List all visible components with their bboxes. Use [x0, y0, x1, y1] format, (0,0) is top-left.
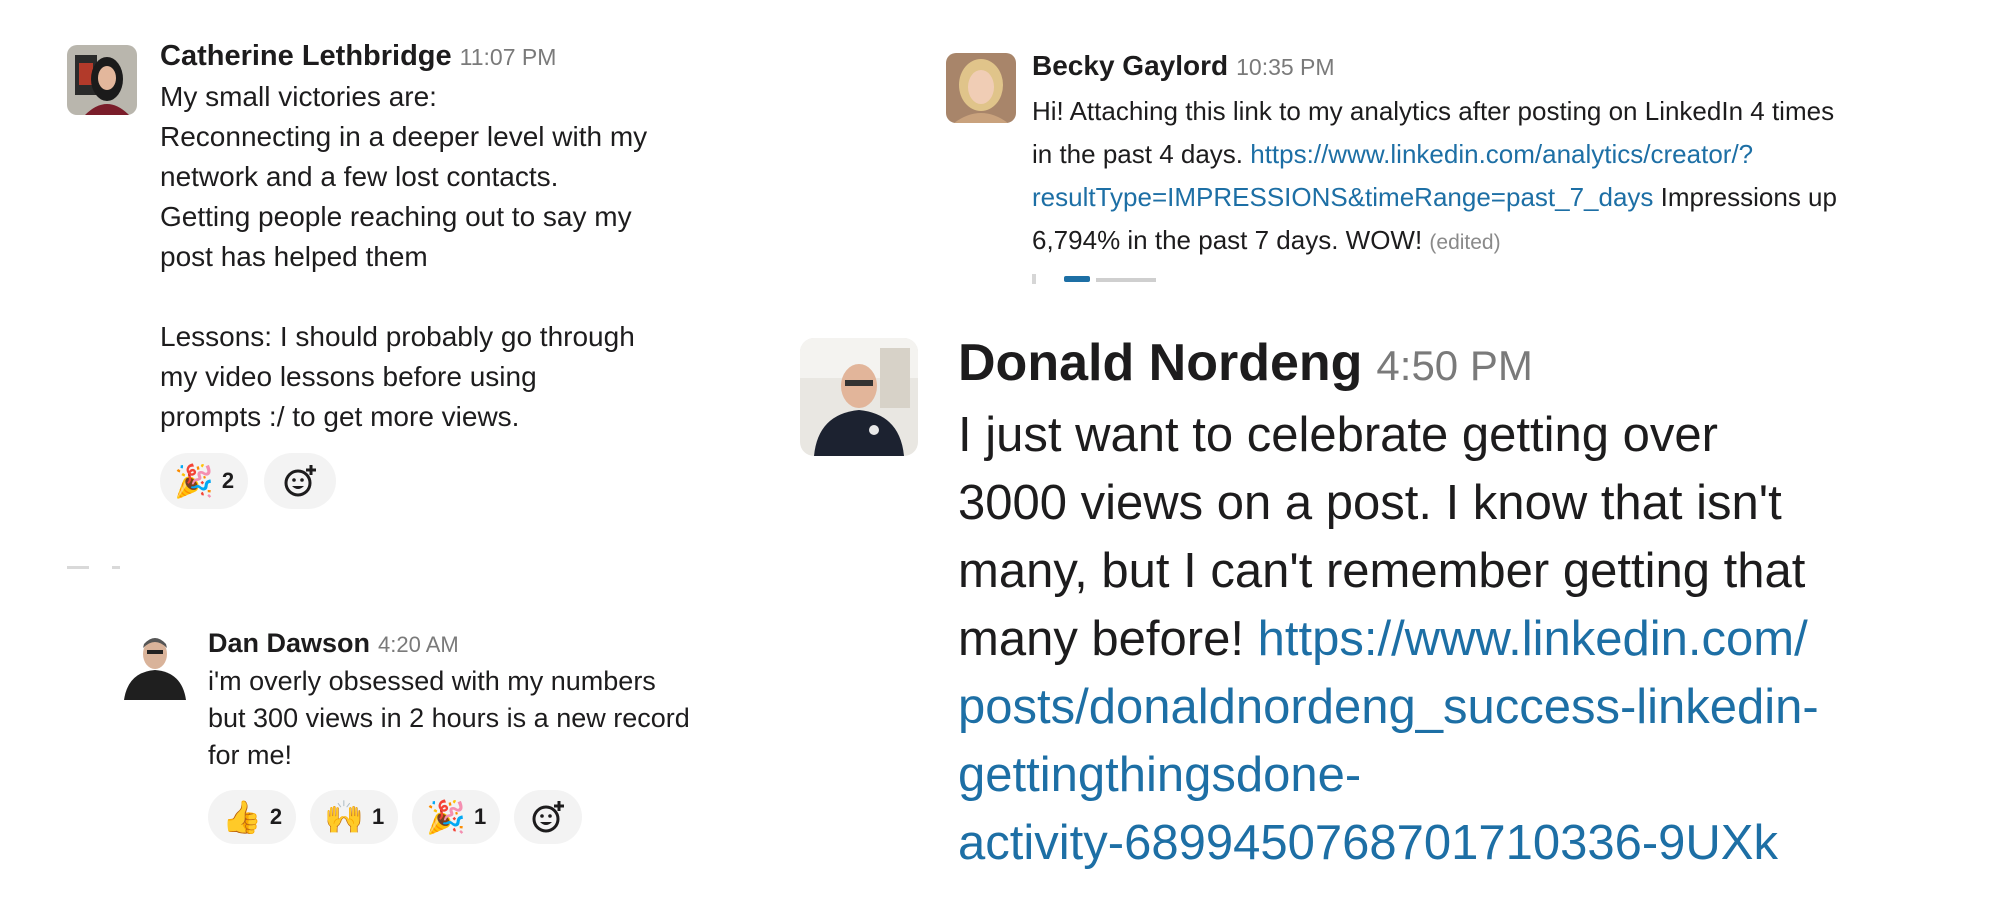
author-name[interactable]: Dan Dawson [208, 628, 370, 658]
divider-fragment [67, 566, 89, 569]
add-reaction-icon [532, 801, 565, 833]
avatar-catherine[interactable] [67, 45, 137, 115]
author-name[interactable]: Catherine Lethbridge [160, 40, 452, 72]
reaction-bar: 👍 2 🙌 1 🎉 1 [208, 790, 768, 844]
reaction-count: 2 [221, 468, 235, 493]
avatar-donald[interactable] [800, 338, 918, 456]
add-reaction-button[interactable] [514, 790, 583, 844]
reaction-bar: 🎉 2 [160, 453, 760, 509]
link-preview-stub [1032, 270, 1972, 284]
party-popper-icon: 🎉 [174, 463, 214, 499]
reaction-count: 1 [474, 804, 487, 829]
reaction-count: 2 [269, 804, 283, 829]
reaction-party[interactable]: 🎉 1 [412, 790, 501, 844]
avatar-becky[interactable] [946, 53, 1016, 123]
divider-fragment [112, 566, 120, 569]
party-popper-icon: 🎉 [426, 799, 467, 835]
timestamp[interactable]: 10:35 PM [1236, 54, 1334, 80]
timestamp[interactable]: 11:07 PM [460, 44, 557, 70]
message-becky: Becky Gaylord 10:35 PM Hi! Attaching this… [1032, 50, 1972, 284]
message-catherine: Catherine Lethbridge 11:07 PM My small vi… [160, 40, 760, 509]
thumbs-up-icon: 👍 [222, 799, 262, 835]
reaction-party[interactable]: 🎉 2 [160, 453, 249, 509]
add-reaction-icon [284, 465, 317, 497]
timestamp[interactable]: 4:20 AM [378, 632, 459, 657]
add-reaction-button[interactable] [264, 453, 337, 509]
message-body: Hi! Attaching this link to my analytics … [1032, 90, 1972, 264]
message-body: My small victories are: Reconnecting in … [160, 81, 648, 432]
reaction-raised-hands[interactable]: 🙌 1 [310, 790, 399, 844]
message-donald: Donald Nordeng 4:50 PM I just want to cel… [958, 333, 1958, 877]
raised-hands-icon: 🙌 [324, 799, 364, 835]
message-body: I just want to celebrate getting over 30… [958, 401, 1958, 877]
reaction-thumbsup[interactable]: 👍 2 [208, 790, 297, 844]
message-body: i'm overly obsessed with my numbers but … [208, 666, 690, 770]
avatar-dan[interactable] [120, 630, 190, 700]
reaction-count: 1 [371, 804, 385, 829]
edited-label: (edited) [1429, 231, 1501, 254]
message-dan: Dan Dawson 4:20 AM i'm overly obsessed wi… [208, 628, 768, 844]
author-name[interactable]: Becky Gaylord [1032, 50, 1228, 81]
timestamp[interactable]: 4:50 PM [1376, 342, 1532, 389]
author-name[interactable]: Donald Nordeng [958, 334, 1362, 392]
